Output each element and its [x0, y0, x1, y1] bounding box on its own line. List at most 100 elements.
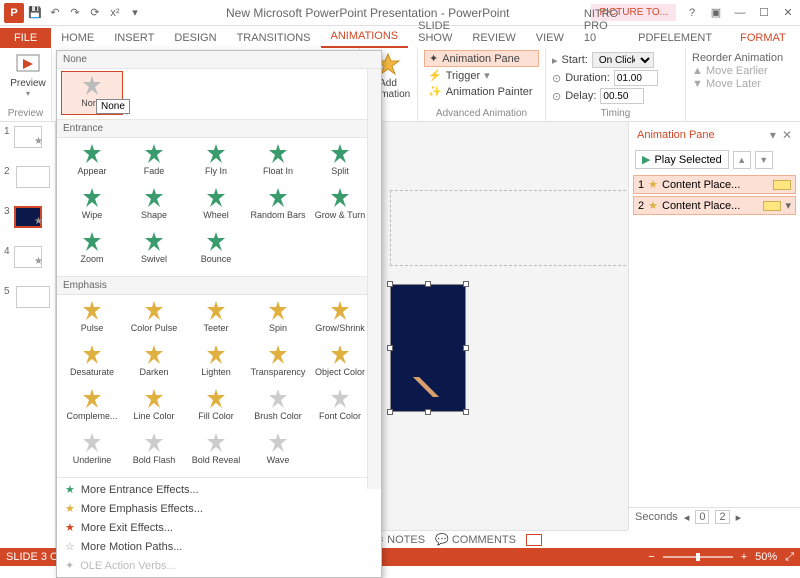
more-exit-effects[interactable]: ★More Exit Effects...	[57, 518, 381, 537]
tab-insert[interactable]: INSERT	[104, 28, 164, 48]
effect-color-pulse[interactable]: Color Pulse	[123, 297, 185, 341]
animation-painter-button[interactable]: ✨Animation Painter	[424, 84, 539, 99]
help-icon[interactable]: ?	[680, 4, 704, 22]
comments-button[interactable]: 💬 COMMENTS	[435, 533, 516, 546]
repeat-icon[interactable]: ⟳	[86, 4, 104, 22]
normal-view-icon[interactable]	[526, 534, 542, 546]
close-icon[interactable]: ✕	[776, 4, 800, 22]
effect-pulse[interactable]: Pulse	[61, 297, 123, 341]
ribbon-options-icon[interactable]: ▣	[704, 4, 728, 22]
move-later-button[interactable]: ▼ Move Later	[692, 78, 794, 90]
effect-wave[interactable]: Wave	[247, 429, 309, 473]
timeline-bar[interactable]	[773, 180, 791, 190]
effect-fade[interactable]: Fade	[123, 140, 185, 184]
effect-grow-shrink[interactable]: Grow/Shrink	[309, 297, 371, 341]
touch-icon[interactable]: x²	[106, 4, 124, 22]
delay-input[interactable]	[600, 88, 644, 104]
effect-appear[interactable]: Appear	[61, 140, 123, 184]
animation-list-item[interactable]: 2★Content Place...▾	[633, 196, 796, 215]
timeline-prev[interactable]: ◂	[684, 511, 690, 524]
slide-thumb[interactable]: 2	[0, 162, 55, 202]
pane-close-icon[interactable]: ✕	[782, 128, 792, 142]
effect-transparency[interactable]: Transparency	[247, 341, 309, 385]
tab-review[interactable]: REVIEW	[462, 28, 525, 48]
effect-bold-flash[interactable]: Bold Flash	[123, 429, 185, 473]
more-motion-paths[interactable]: ☆More Motion Paths...	[57, 537, 381, 556]
trigger-button[interactable]: ⚡Trigger ▾	[424, 68, 539, 83]
effect-fly-in[interactable]: Fly In	[185, 140, 247, 184]
tab-animations[interactable]: ANIMATIONS	[321, 26, 409, 48]
qat-more-icon[interactable]: ▾	[126, 4, 144, 22]
minimize-icon[interactable]: —	[728, 4, 752, 22]
animation-pane-button[interactable]: ✦Animation Pane	[424, 50, 539, 67]
selected-picture[interactable]	[390, 284, 466, 412]
star-icon	[204, 186, 228, 210]
save-icon[interactable]: 💾	[26, 4, 44, 22]
undo-icon[interactable]: ↶	[46, 4, 64, 22]
tab-transitions[interactable]: TRANSITIONS	[227, 28, 321, 48]
effect-underline[interactable]: Underline	[61, 429, 123, 473]
pane-dropdown-icon[interactable]: ▾	[770, 128, 776, 142]
slide-thumb[interactable]: 1★	[0, 122, 55, 162]
effect-line-color[interactable]: Line Color	[123, 385, 185, 429]
effect-split[interactable]: Split	[309, 140, 371, 184]
redo-icon[interactable]: ↷	[66, 4, 84, 22]
effect-teeter[interactable]: Teeter	[185, 297, 247, 341]
effect-compleme-[interactable]: Compleme...	[61, 385, 123, 429]
tab-nitro[interactable]: NITRO PRO 10	[574, 4, 628, 48]
more-entrance-effects[interactable]: ★More Entrance Effects...	[57, 480, 381, 499]
effect-fill-color[interactable]: Fill Color	[185, 385, 247, 429]
effect-bounce[interactable]: Bounce	[185, 228, 247, 272]
maximize-icon[interactable]: ☐	[752, 4, 776, 22]
tab-design[interactable]: DESIGN	[164, 28, 226, 48]
effect-wipe[interactable]: Wipe	[61, 184, 123, 228]
tab-pdfelement[interactable]: PDFelement	[628, 28, 722, 48]
effect-zoom[interactable]: Zoom	[61, 228, 123, 272]
zoom-slider[interactable]	[663, 556, 733, 558]
placeholder-outline[interactable]	[390, 190, 636, 266]
tab-slideshow[interactable]: SLIDE SHOW	[408, 16, 462, 48]
effect-object-color[interactable]: Object Color	[309, 341, 371, 385]
effect-random-bars[interactable]: Random Bars	[247, 184, 309, 228]
sorter-view-icon[interactable]	[552, 534, 568, 546]
chevron-down-icon[interactable]: ▾	[785, 199, 791, 212]
reading-view-icon[interactable]	[578, 534, 594, 546]
effect-shape[interactable]: Shape	[123, 184, 185, 228]
effect-font-color[interactable]: Font Color	[309, 385, 371, 429]
timeline-bar[interactable]	[763, 201, 781, 211]
tab-file[interactable]: FILE	[0, 28, 51, 48]
animation-list-item[interactable]: 1★Content Place...	[633, 175, 796, 194]
tab-format[interactable]: FORMAT	[730, 28, 796, 48]
fit-to-window-icon[interactable]: ⤢	[785, 551, 794, 564]
effect-bold-reveal[interactable]: Bold Reveal	[185, 429, 247, 473]
effect-grow-turn[interactable]: Grow & Turn	[309, 184, 371, 228]
zoom-out-button[interactable]: −	[648, 551, 654, 563]
move-down-button[interactable]: ▼	[755, 151, 773, 169]
effect-darken[interactable]: Darken	[123, 341, 185, 385]
gallery-scrollbar[interactable]	[367, 69, 381, 489]
move-up-button[interactable]: ▲	[733, 151, 751, 169]
effect-lighten[interactable]: Lighten	[185, 341, 247, 385]
effect-wheel[interactable]: Wheel	[185, 184, 247, 228]
slide-thumb[interactable]: 3★	[0, 202, 55, 242]
start-select[interactable]: On Click	[592, 52, 654, 68]
tab-home[interactable]: HOME	[51, 28, 104, 48]
move-earlier-button[interactable]: ▲ Move Earlier	[692, 65, 794, 77]
effect-desaturate[interactable]: Desaturate	[61, 341, 123, 385]
tab-view[interactable]: VIEW	[526, 28, 574, 48]
effect-swivel[interactable]: Swivel	[123, 228, 185, 272]
duration-input[interactable]	[614, 70, 658, 86]
notes-button[interactable]: ≐ NOTES	[375, 533, 425, 546]
slideshow-view-icon[interactable]	[604, 534, 620, 546]
timeline-next[interactable]: ▸	[736, 511, 742, 524]
effect-spin[interactable]: Spin	[247, 297, 309, 341]
effect-brush-color[interactable]: Brush Color	[247, 385, 309, 429]
more-emphasis-effects[interactable]: ★More Emphasis Effects...	[57, 499, 381, 518]
zoom-in-button[interactable]: +	[741, 551, 747, 563]
slide-thumb[interactable]: 4★	[0, 242, 55, 282]
play-selected-button[interactable]: ▶Play Selected	[635, 150, 729, 169]
slide-thumb[interactable]: 5	[0, 282, 55, 322]
collapse-ribbon-icon[interactable]: ˄	[796, 30, 800, 48]
effect-float-in[interactable]: Float In	[247, 140, 309, 184]
preview-button[interactable]: Preview ▾	[6, 50, 50, 98]
